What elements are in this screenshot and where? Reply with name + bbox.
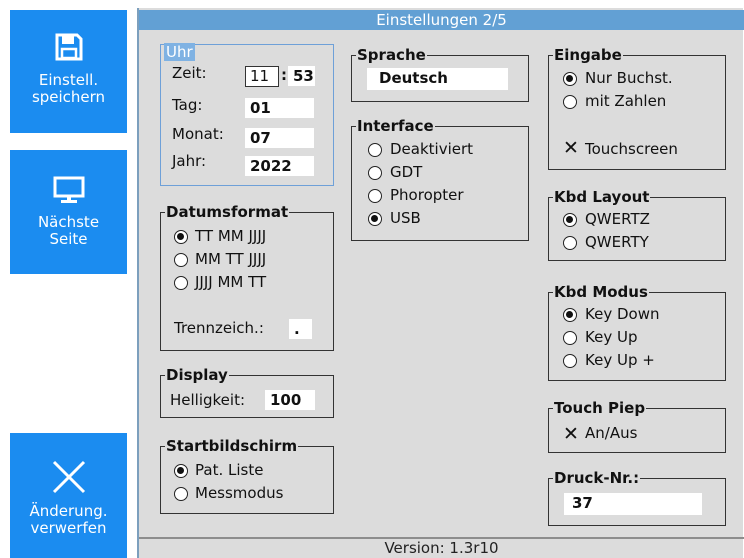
- startbild-radio-0[interactable]: [174, 464, 188, 478]
- hour-field[interactable]: 11: [245, 66, 279, 87]
- kbd-layout-title: Kbd Layout: [553, 188, 651, 206]
- eingabe-title: Eingabe: [553, 46, 623, 64]
- tag-field[interactable]: 01: [245, 98, 314, 118]
- kbd-modus-radio-2[interactable]: [563, 354, 577, 368]
- zeit-label: Zeit:: [172, 64, 207, 82]
- startbildschirm-group: Startbildschirm Pat. Liste Messmodus: [160, 437, 334, 514]
- next-label-line1: Nächste: [37, 213, 100, 231]
- touch-piep-label[interactable]: An/Aus: [585, 424, 637, 442]
- kbd-modus-radio-0[interactable]: [563, 308, 577, 322]
- interface-option-3[interactable]: USB: [390, 209, 421, 227]
- tag-label: Tag:: [172, 96, 203, 114]
- page-title: Einstellungen 2/5: [139, 10, 744, 30]
- save-label-line1: Einstell.: [38, 71, 99, 89]
- datumsformat-option-0[interactable]: TT MM JJJJ: [195, 227, 266, 245]
- druck-nr-title: Druck-Nr.:: [553, 469, 641, 487]
- discard-changes-button[interactable]: Änderung. verwerfen: [10, 433, 127, 558]
- time-separator: :: [281, 66, 287, 84]
- sprache-group: Sprache Deutsch: [351, 46, 529, 102]
- discard-label-line2: verwerfen: [30, 519, 107, 537]
- kbd-layout-option-1[interactable]: QWERTY: [585, 233, 649, 251]
- touch-piep-checkbox[interactable]: ✕: [563, 425, 579, 444]
- kbd-modus-option-2[interactable]: Key Up +: [585, 351, 655, 369]
- datumsformat-option-2[interactable]: JJJJ MM TT: [195, 273, 266, 291]
- eingabe-option-1[interactable]: mit Zahlen: [585, 92, 666, 110]
- display-title: Display: [165, 366, 229, 384]
- sprache-title: Sprache: [356, 46, 427, 64]
- interface-option-0[interactable]: Deaktiviert: [390, 140, 473, 158]
- kbd-layout-group: Kbd Layout QWERTZ QWERTY: [548, 188, 726, 261]
- startbild-radio-1[interactable]: [174, 487, 188, 501]
- helligkeit-field[interactable]: 100: [265, 390, 315, 410]
- jahr-label: Jahr:: [172, 152, 207, 170]
- startbild-option-1[interactable]: Messmodus: [195, 484, 283, 502]
- trennzeichen-label: Trennzeich.:: [174, 319, 264, 337]
- datumsformat-title: Datumsformat: [165, 203, 290, 221]
- monat-field[interactable]: 07: [245, 128, 314, 148]
- datumsformat-radio-2[interactable]: [174, 276, 188, 290]
- eingabe-radio-1[interactable]: [563, 95, 577, 109]
- touchscreen-label[interactable]: Touchscreen: [585, 140, 678, 158]
- datumsformat-radio-1[interactable]: [174, 253, 188, 267]
- interface-option-1[interactable]: GDT: [390, 163, 422, 181]
- touch-piep-title: Touch Piep: [553, 399, 647, 417]
- startbildschirm-title: Startbildschirm: [165, 437, 299, 455]
- next-label-line2: Seite: [49, 230, 88, 248]
- interface-option-2[interactable]: Phoropter: [390, 186, 464, 204]
- kbd-modus-option-0[interactable]: Key Down: [585, 305, 659, 323]
- next-page-button[interactable]: Nächste Seite: [10, 150, 127, 274]
- datumsformat-radio-0[interactable]: [174, 230, 188, 244]
- version-footer: Version: 1.3r10: [139, 537, 744, 558]
- touch-piep-group: Touch Piep ✕ An/Aus: [548, 399, 726, 453]
- interface-title: Interface: [356, 117, 435, 135]
- monat-label: Monat:: [172, 125, 224, 143]
- kbd-modus-title: Kbd Modus: [553, 283, 649, 301]
- interface-radio-2[interactable]: [368, 189, 382, 203]
- datumsformat-group: Datumsformat TT MM JJJJ MM TT JJJJ JJJJ …: [160, 203, 334, 351]
- kbd-layout-radio-0[interactable]: [563, 213, 577, 227]
- uhr-title: Uhr: [164, 43, 195, 61]
- display-group: Display Helligkeit: 100: [160, 366, 334, 418]
- datumsformat-option-1[interactable]: MM TT JJJJ: [195, 250, 266, 268]
- eingabe-radio-0[interactable]: [563, 72, 577, 86]
- kbd-modus-option-1[interactable]: Key Up: [585, 328, 637, 346]
- eingabe-group: Eingabe Nur Buchst. mit Zahlen ✕ Touchsc…: [548, 46, 726, 170]
- jahr-field[interactable]: 2022: [245, 156, 314, 176]
- kbd-layout-radio-1[interactable]: [563, 236, 577, 250]
- interface-radio-3[interactable]: [368, 212, 382, 226]
- monitor-icon: [53, 176, 84, 203]
- druck-nr-group: Druck-Nr.: 37: [548, 469, 726, 526]
- eingabe-option-0[interactable]: Nur Buchst.: [585, 69, 673, 87]
- minute-field[interactable]: 53: [288, 66, 315, 86]
- druck-nr-field[interactable]: 37: [564, 493, 702, 515]
- interface-group: Interface Deaktiviert GDT Phoropter USB: [351, 117, 529, 241]
- kbd-modus-radio-1[interactable]: [563, 331, 577, 345]
- save-label-line2: speichern: [31, 88, 106, 106]
- kbd-modus-group: Kbd Modus Key Down Key Up Key Up +: [548, 283, 726, 381]
- discard-label-line1: Änderung.: [29, 502, 108, 520]
- touchscreen-checkbox[interactable]: ✕: [563, 139, 579, 158]
- close-icon: [52, 460, 85, 494]
- trennzeichen-field[interactable]: .: [289, 319, 312, 339]
- save-settings-button[interactable]: Einstell. speichern: [10, 10, 127, 133]
- helligkeit-label: Helligkeit:: [170, 391, 246, 409]
- kbd-layout-option-0[interactable]: QWERTZ: [585, 210, 650, 228]
- interface-radio-0[interactable]: [368, 143, 382, 157]
- uhr-group: Uhr Zeit: 11 : 53 Tag: 01 Monat: 07 Jahr…: [160, 43, 334, 186]
- sprache-field[interactable]: Deutsch: [367, 68, 508, 90]
- startbild-option-0[interactable]: Pat. Liste: [195, 461, 263, 479]
- interface-radio-1[interactable]: [368, 166, 382, 180]
- floppy-disk-icon: [55, 33, 82, 61]
